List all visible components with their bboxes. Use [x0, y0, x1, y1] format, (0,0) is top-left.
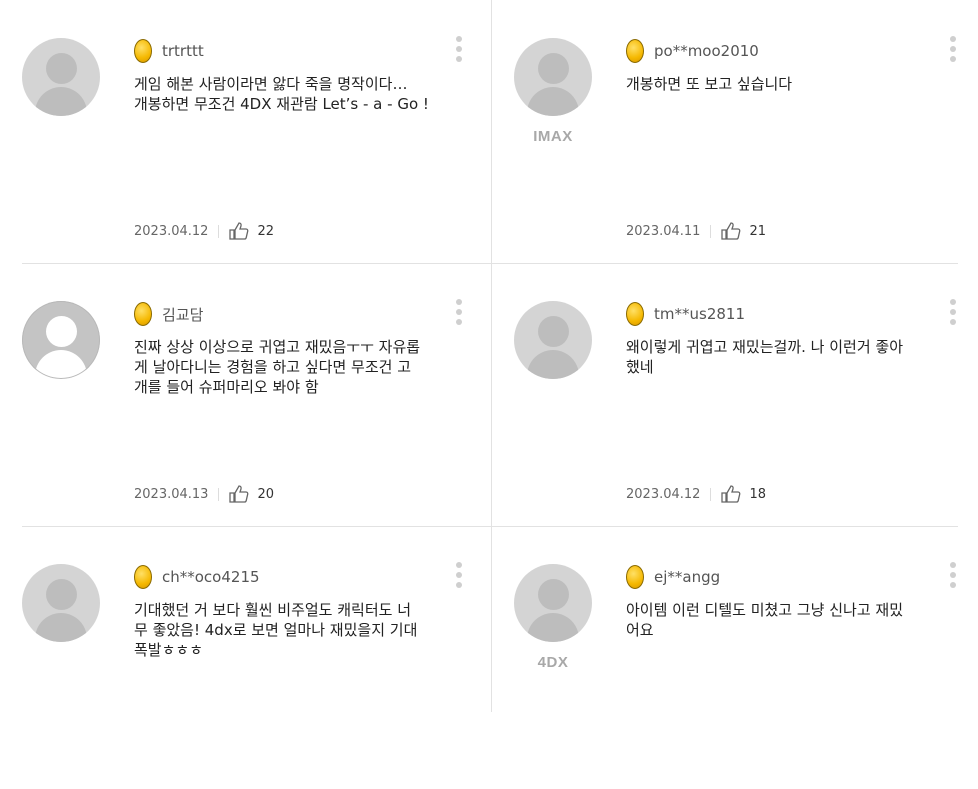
like-count: 22	[257, 223, 274, 239]
more-vertical-icon[interactable]	[455, 36, 463, 62]
divider	[710, 224, 712, 238]
avatar-block	[514, 301, 592, 379]
username[interactable]: trtrttt	[162, 42, 204, 60]
review-card: IMAX po**moo2010 개봉하면 또 보고 싶습니다 2023.04.…	[514, 0, 978, 263]
avatar[interactable]	[514, 564, 592, 642]
gold-coin-icon	[626, 302, 644, 326]
username[interactable]: ej**angg	[654, 568, 720, 586]
avatar[interactable]	[22, 564, 100, 642]
review-card: ch**oco4215 기대했던 거 보다 훨씬 비주얼도 캐릭터도 너 무 좋…	[22, 526, 492, 789]
avatar-block	[22, 38, 100, 116]
review-card: 4DX ej**angg 아이템 이런 디텔도 미쳤고 그냥 신나고 재밌 어요	[514, 526, 978, 789]
gold-coin-icon	[134, 39, 152, 63]
thumbs-up-icon[interactable]	[229, 222, 249, 240]
avatar-block	[22, 564, 100, 642]
more-vertical-icon[interactable]	[949, 36, 957, 62]
avatar[interactable]	[22, 38, 100, 116]
avatar[interactable]	[22, 301, 100, 379]
review-date: 2023.04.12	[626, 486, 701, 502]
thumbs-up-icon[interactable]	[721, 222, 741, 240]
gold-coin-icon	[134, 565, 152, 589]
review-text: 아이템 이런 디텔도 미쳤고 그냥 신나고 재밌 어요	[626, 601, 904, 639]
avatar-block	[22, 301, 100, 379]
imax-badge: IMAX	[533, 128, 573, 145]
username[interactable]: ch**oco4215	[162, 568, 260, 586]
avatar[interactable]	[514, 301, 592, 379]
avatar[interactable]	[514, 38, 592, 116]
divider	[218, 487, 220, 501]
divider	[218, 224, 220, 238]
like-count: 21	[749, 223, 766, 239]
review-text: 기대했던 거 보다 훨씬 비주얼도 캐릭터도 너 무 좋았음! 4dx로 보면 …	[134, 601, 418, 659]
avatar-block: IMAX	[514, 38, 592, 145]
like-count: 20	[257, 486, 274, 502]
gold-coin-icon	[626, 565, 644, 589]
username[interactable]: po**moo2010	[654, 42, 759, 60]
thumbs-up-icon[interactable]	[229, 485, 249, 503]
gold-coin-icon	[626, 39, 644, 63]
more-vertical-icon[interactable]	[455, 562, 463, 588]
review-date: 2023.04.12	[134, 223, 209, 239]
review-date: 2023.04.11	[626, 223, 701, 239]
review-grid: trtrttt 게임 해본 사람이라면 앓다 죽을 명작이다… 개봉하면 무조건…	[0, 0, 978, 712]
more-vertical-icon[interactable]	[949, 562, 957, 588]
more-vertical-icon[interactable]	[949, 299, 957, 325]
avatar-block: 4DX	[514, 564, 592, 671]
thumbs-up-icon[interactable]	[721, 485, 741, 503]
like-count: 18	[749, 486, 766, 502]
review-card: tm**us2811 왜이렇게 귀엽고 재밌는걸까. 나 이런거 좋아 했네 2…	[514, 263, 978, 526]
gold-coin-icon	[134, 302, 152, 326]
review-text: 왜이렇게 귀엽고 재밌는걸까. 나 이런거 좋아 했네	[626, 338, 904, 376]
review-text: 개봉하면 또 보고 싶습니다	[626, 75, 793, 93]
more-vertical-icon[interactable]	[455, 299, 463, 325]
review-date: 2023.04.13	[134, 486, 209, 502]
username[interactable]: tm**us2811	[654, 305, 745, 323]
divider	[710, 487, 712, 501]
4dx-badge: 4DX	[537, 654, 569, 671]
review-card: 김교담 진짜 상상 이상으로 귀엽고 재밌음ㅜㅜ 자유롭 게 날아다니는 경험을…	[22, 263, 492, 526]
username[interactable]: 김교담	[162, 304, 203, 325]
review-text: 게임 해본 사람이라면 앓다 죽을 명작이다… 개봉하면 무조건 4DX 재관람…	[134, 75, 429, 113]
review-text: 진짜 상상 이상으로 귀엽고 재밌음ㅜㅜ 자유롭 게 날아다니는 경험을 하고 …	[134, 338, 421, 396]
review-card: trtrttt 게임 해본 사람이라면 앓다 죽을 명작이다… 개봉하면 무조건…	[22, 0, 492, 263]
